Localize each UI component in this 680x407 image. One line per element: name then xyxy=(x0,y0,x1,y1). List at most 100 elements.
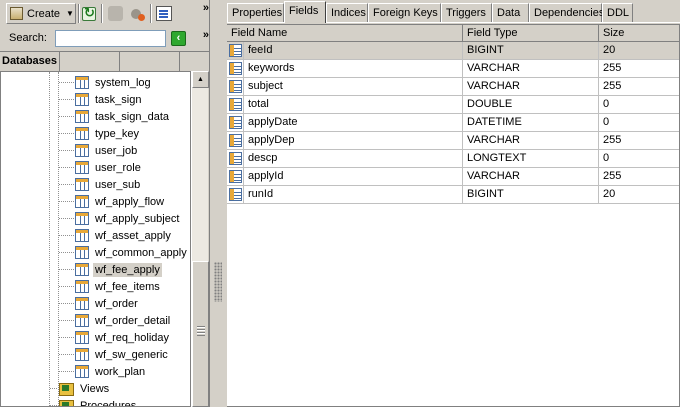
field-name-cell[interactable]: keywords xyxy=(244,60,463,78)
table-row[interactable]: runId BIGINT 20 xyxy=(227,186,679,204)
tree-item-table[interactable]: wf_order_detail xyxy=(59,312,172,329)
column-header[interactable]: Size xyxy=(599,25,679,42)
field-size-cell[interactable]: 0 xyxy=(599,96,679,114)
tree-connector xyxy=(59,218,74,219)
field-name-cell[interactable]: applyDep xyxy=(244,132,463,150)
tab-foreign-keys[interactable]: Foreign Keys xyxy=(368,3,441,22)
table-row[interactable]: keywords VARCHAR 255 xyxy=(227,60,679,78)
tree-item-table[interactable]: user_job xyxy=(59,142,139,159)
chevron-down-icon[interactable]: ▼ xyxy=(66,9,74,18)
panel-splitter[interactable] xyxy=(209,0,227,407)
tree-item-label: system_log xyxy=(95,76,151,89)
tree-item-table[interactable]: wf_fee_items xyxy=(59,278,162,295)
field-size-cell[interactable]: 0 xyxy=(599,114,679,132)
field-size-cell[interactable]: 255 xyxy=(599,78,679,96)
table-row[interactable]: feeId BIGINT 20 xyxy=(227,42,679,60)
table-row[interactable]: applyId VARCHAR 255 xyxy=(227,168,679,186)
databases-tab[interactable]: Databases xyxy=(0,52,60,71)
tree-item-table[interactable]: wf_asset_apply xyxy=(59,227,173,244)
table-row[interactable]: descp LONGTEXT 0 xyxy=(227,150,679,168)
tree-item-table[interactable]: type_key xyxy=(59,125,141,142)
refresh-button[interactable] xyxy=(82,3,96,24)
tree-item-table[interactable]: wf_sw_generic xyxy=(59,346,170,363)
field-type-cell[interactable]: VARCHAR xyxy=(463,60,599,78)
tree-item-table[interactable]: wf_order xyxy=(59,295,140,312)
tree-item-label: wf_order xyxy=(95,297,138,310)
field-type-cell[interactable]: BIGINT xyxy=(463,186,599,204)
tree-item-table[interactable]: task_sign xyxy=(59,91,143,108)
field-icon xyxy=(229,98,242,111)
table-editor-panel: Properties Fields Indices Foreign Keys Trigg… xyxy=(227,0,680,407)
table-row[interactable]: applyDep VARCHAR 255 xyxy=(227,132,679,150)
table-row[interactable]: subject VARCHAR 255 xyxy=(227,78,679,96)
go-arrow-icon[interactable]: ‹ xyxy=(171,31,186,46)
tab-triggers[interactable]: Triggers xyxy=(441,3,492,22)
tab-ddl[interactable]: DDL xyxy=(602,3,633,22)
tree-guide-line xyxy=(49,72,50,406)
field-size-cell[interactable]: 0 xyxy=(599,150,679,168)
tree-item-table[interactable]: wf_apply_flow xyxy=(59,193,166,210)
field-name-cell[interactable]: total xyxy=(244,96,463,114)
column-header[interactable]: Field Name xyxy=(227,25,463,42)
field-size-cell[interactable]: 255 xyxy=(599,168,679,186)
tree-item-table[interactable]: user_sub xyxy=(59,176,142,193)
field-type-cell[interactable]: VARCHAR xyxy=(463,168,599,186)
tree-connector xyxy=(59,337,74,338)
field-name-cell[interactable]: runId xyxy=(244,186,463,204)
tree-item-folder[interactable]: Procedures xyxy=(50,397,138,406)
field-icon xyxy=(229,116,242,129)
tree-item-folder[interactable]: Views xyxy=(50,380,111,397)
tree-item-table[interactable]: user_role xyxy=(59,159,143,176)
create-button[interactable]: Create ▼ xyxy=(6,3,76,24)
field-size-cell[interactable]: 20 xyxy=(599,186,679,204)
field-type-cell[interactable]: BIGINT xyxy=(463,42,599,60)
tab-indices[interactable]: Indices xyxy=(326,3,368,22)
field-name-cell[interactable]: applyDate xyxy=(244,114,463,132)
splitter-grip xyxy=(214,262,222,302)
field-type-cell[interactable]: DATETIME xyxy=(463,114,599,132)
database-tree[interactable]: system_log task_sign task_sign_data type_ke… xyxy=(0,71,191,407)
tree-scrollbar[interactable]: ▲ xyxy=(191,71,209,407)
table-icon xyxy=(75,314,89,327)
searchbar-overflow-icon[interactable]: » xyxy=(203,29,209,41)
tree-item-table[interactable]: system_log xyxy=(59,74,153,91)
tab-properties[interactable]: Properties xyxy=(227,3,284,22)
properties-icon xyxy=(156,6,172,21)
field-icon xyxy=(229,80,242,93)
tree-item-table[interactable]: wf_apply_subject xyxy=(59,210,181,227)
field-name-cell[interactable]: subject xyxy=(244,78,463,96)
tree-item-table[interactable]: task_sign_data xyxy=(59,108,171,125)
scroll-up-button[interactable]: ▲ xyxy=(192,71,209,88)
table-row[interactable]: total DOUBLE 0 xyxy=(227,96,679,114)
field-type-cell[interactable]: DOUBLE xyxy=(463,96,599,114)
toolbar-overflow-icon[interactable]: » xyxy=(203,2,209,14)
tree-item-table[interactable]: wf_req_holiday xyxy=(59,329,171,346)
column-header[interactable]: Field Type xyxy=(463,25,599,42)
field-name-cell[interactable]: descp xyxy=(244,150,463,168)
search-input[interactable] xyxy=(55,30,166,47)
disabled-tool-button[interactable] xyxy=(108,3,123,24)
tab-fields[interactable]: Fields xyxy=(284,1,326,23)
field-name-cell[interactable]: applyId xyxy=(244,168,463,186)
table-icon xyxy=(75,110,89,123)
field-type-cell[interactable]: VARCHAR xyxy=(463,78,599,96)
tree-item-table[interactable]: wf_fee_apply xyxy=(59,261,162,278)
tab-dependencies[interactable]: Dependencies xyxy=(529,3,604,22)
field-type-cell[interactable]: LONGTEXT xyxy=(463,150,599,168)
tree-item-table[interactable]: work_plan xyxy=(59,363,147,380)
toolbar-separator xyxy=(78,4,80,23)
tree-item-label: wf_fee_items xyxy=(95,280,160,293)
fields-grid[interactable]: Field Name Field Type Size feeId BIGINT 20 key… xyxy=(227,24,680,407)
tree-item-label: user_role xyxy=(95,161,141,174)
field-size-cell[interactable]: 20 xyxy=(599,42,679,60)
field-name-cell[interactable]: feeId xyxy=(244,42,463,60)
properties-button[interactable] xyxy=(156,3,172,24)
debug-button[interactable] xyxy=(130,3,145,24)
scroll-thumb[interactable] xyxy=(192,261,209,407)
field-size-cell[interactable]: 255 xyxy=(599,60,679,78)
tab-data[interactable]: Data xyxy=(492,3,529,22)
field-type-cell[interactable]: VARCHAR xyxy=(463,132,599,150)
field-size-cell[interactable]: 255 xyxy=(599,132,679,150)
tree-item-table[interactable]: wf_common_apply xyxy=(59,244,189,261)
table-row[interactable]: applyDate DATETIME 0 xyxy=(227,114,679,132)
